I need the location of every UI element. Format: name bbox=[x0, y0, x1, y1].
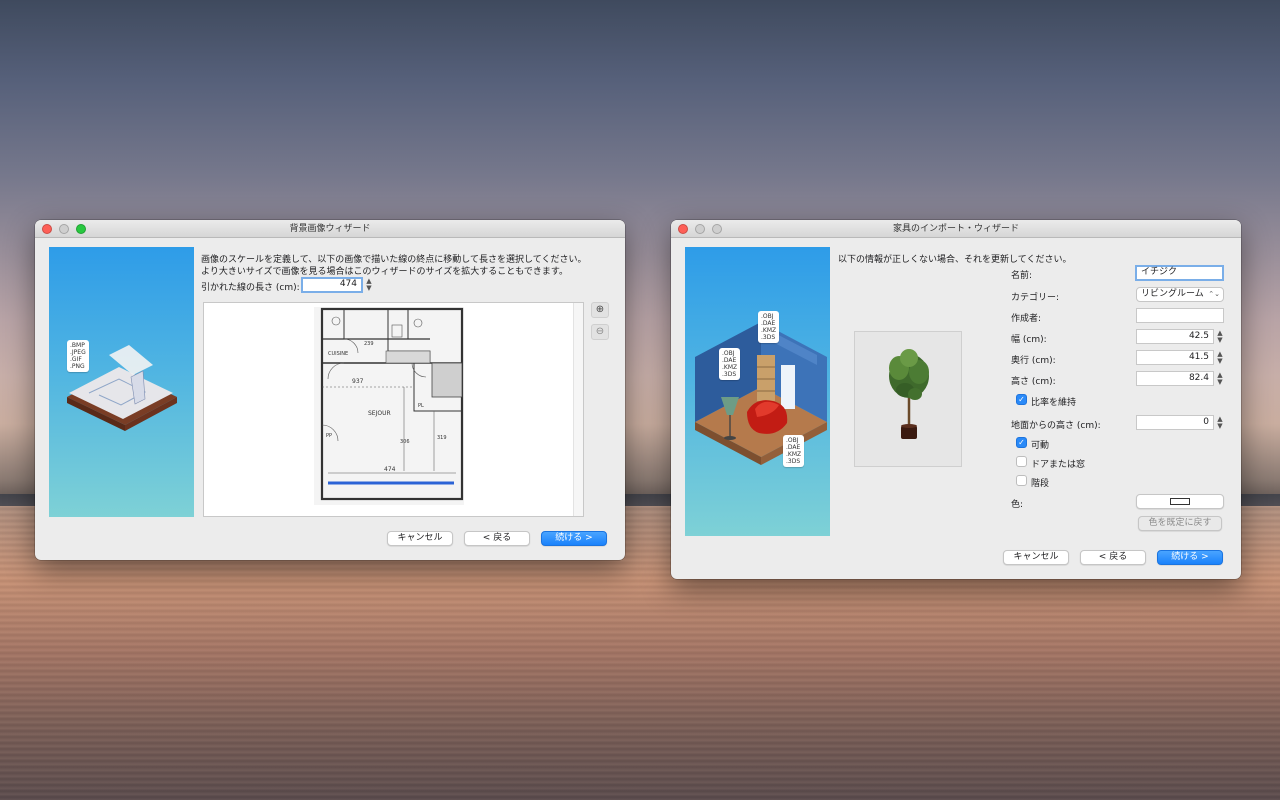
next-button[interactable]: 続ける > bbox=[541, 531, 607, 546]
depth-stepper-icon[interactable]: ▲ ▼ bbox=[1216, 351, 1224, 366]
zoom-window-button[interactable] bbox=[712, 224, 722, 234]
line-length-label: 引かれた線の長さ (cm): bbox=[201, 283, 300, 293]
format-obj: .OBJ bbox=[722, 350, 735, 357]
titlebar[interactable]: 家具のインポート・ウィザード bbox=[671, 220, 1241, 238]
minimize-window-button[interactable] bbox=[59, 224, 69, 234]
instructions: 以下の情報が正しくない場合、それを更新してください。 bbox=[838, 255, 1072, 265]
width-stepper-icon[interactable]: ▲ ▼ bbox=[1216, 330, 1224, 345]
format-kmz: .KMZ bbox=[761, 327, 777, 334]
plan-dim-937: 937 bbox=[352, 378, 364, 385]
instructions-line-2: より大きいサイズで画像を見る場合はこのウィザードのサイズを拡大することもできます… bbox=[201, 267, 569, 277]
cancel-button[interactable]: キャンセル bbox=[387, 531, 453, 546]
image-formats-badge: .BMP .JPEG .GIF .PNG bbox=[67, 340, 89, 372]
color-swatch bbox=[1170, 498, 1190, 505]
format-jpeg: .JPEG bbox=[70, 349, 86, 356]
plan-dim-239: 239 bbox=[364, 341, 374, 347]
format-3ds: .3DS bbox=[722, 371, 737, 378]
elevation-input[interactable]: 0 bbox=[1136, 415, 1214, 430]
format-dae: .DAE bbox=[786, 444, 801, 451]
door-window-checkbox[interactable] bbox=[1016, 456, 1027, 467]
zoom-out-icon[interactable]: ⊖ bbox=[591, 324, 609, 340]
keep-ratio-checkbox[interactable]: ✓ bbox=[1016, 394, 1027, 405]
model-formats-badge-right: .OBJ .DAE .KMZ .3DS bbox=[783, 435, 805, 467]
model-formats-badge-top: .OBJ .DAE .KMZ .3DS bbox=[758, 311, 780, 343]
format-dae: .DAE bbox=[722, 357, 737, 364]
color-label: 色: bbox=[1011, 500, 1024, 510]
model-preview[interactable] bbox=[854, 331, 962, 467]
titlebar[interactable]: 背景画像ウィザード bbox=[35, 220, 625, 238]
creator-label: 作成者: bbox=[1011, 314, 1042, 324]
furniture-import-wizard-window: 家具のインポート・ウィザード .OBJ .DAE .KMZ .3DS .OBJ … bbox=[671, 220, 1241, 579]
format-bmp: .BMP bbox=[70, 342, 85, 349]
wizard-side-illustration: .BMP .JPEG .GIF .PNG bbox=[49, 247, 194, 517]
name-input[interactable]: イチジク bbox=[1135, 265, 1224, 281]
ficus-plant-icon bbox=[889, 349, 929, 439]
background-image-wizard-window: 背景画像ウィザード .BMP .JPEG .GIF .PNG 画像のスケールを定… bbox=[35, 220, 625, 560]
window-title: 背景画像ウィザード bbox=[289, 224, 371, 234]
plan-dim-306: 306 bbox=[400, 439, 410, 445]
plan-dim-319: 319 bbox=[437, 435, 447, 441]
plan-dim-474: 474 bbox=[384, 466, 396, 473]
model-formats-badge-left: .OBJ .DAE .KMZ .3DS bbox=[719, 348, 741, 380]
next-button[interactable]: 続ける > bbox=[1157, 550, 1223, 565]
format-obj: .OBJ bbox=[786, 437, 799, 444]
door-window-label[interactable]: ドアまたは窓 bbox=[1031, 457, 1085, 470]
category-select-value: リビングルーム bbox=[1141, 289, 1204, 299]
reset-color-button[interactable]: 色を既定に戻す bbox=[1138, 516, 1222, 531]
depth-label: 奥行 (cm): bbox=[1011, 356, 1056, 366]
close-window-button[interactable] bbox=[678, 224, 688, 234]
plan-label-pp: PP bbox=[326, 433, 332, 439]
back-button[interactable]: < 戻る bbox=[464, 531, 530, 546]
zoom-in-icon[interactable]: ⊕ bbox=[591, 302, 609, 318]
height-stepper-icon[interactable]: ▲ ▼ bbox=[1216, 372, 1224, 387]
width-label: 幅 (cm): bbox=[1011, 335, 1047, 345]
format-kmz: .KMZ bbox=[722, 364, 738, 371]
name-label: 名前: bbox=[1011, 271, 1033, 281]
category-label: カテゴリー: bbox=[1011, 293, 1060, 303]
minimize-window-button[interactable] bbox=[695, 224, 705, 234]
elevation-label: 地面からの高さ (cm): bbox=[1011, 421, 1101, 431]
window-title: 家具のインポート・ウィザード bbox=[892, 224, 1019, 234]
chevron-updown-icon: ⌃⌄ bbox=[1208, 290, 1220, 298]
plan-label-cuisine: CUISINE bbox=[328, 351, 348, 357]
staircase-checkbox[interactable] bbox=[1016, 475, 1027, 486]
plan-paper-icon bbox=[67, 345, 177, 431]
stepper-arrows-icon[interactable]: ▲ ▼ bbox=[365, 278, 373, 293]
plan-label-sejour: SEJOUR bbox=[368, 410, 391, 417]
format-3ds: .3DS bbox=[786, 458, 801, 465]
format-obj: .OBJ bbox=[761, 313, 774, 320]
format-3ds: .3DS bbox=[761, 334, 776, 341]
width-input[interactable]: 42.5 bbox=[1136, 329, 1214, 344]
height-label: 高さ (cm): bbox=[1011, 377, 1056, 387]
vertical-scrollbar[interactable] bbox=[573, 303, 583, 516]
plan-image-view[interactable]: 937 SEJOUR CUISINE 239 474 319 306 PP PL bbox=[203, 302, 584, 517]
category-select[interactable]: リビングルーム ⌃⌄ bbox=[1136, 287, 1224, 302]
creator-input[interactable] bbox=[1136, 308, 1224, 323]
close-window-button[interactable] bbox=[42, 224, 52, 234]
line-length-input[interactable]: 474 bbox=[301, 277, 363, 293]
movable-label[interactable]: 可動 bbox=[1031, 438, 1049, 451]
isometric-room-icon bbox=[695, 322, 827, 465]
height-input[interactable]: 82.4 bbox=[1136, 371, 1214, 386]
staircase-label[interactable]: 階段 bbox=[1031, 476, 1049, 489]
format-png: .PNG bbox=[70, 363, 85, 370]
format-gif: .GIF bbox=[70, 356, 82, 363]
cancel-button[interactable]: キャンセル bbox=[1003, 550, 1069, 565]
plan-label-pl: PL bbox=[418, 403, 424, 409]
movable-checkbox[interactable]: ✓ bbox=[1016, 437, 1027, 448]
keep-ratio-label[interactable]: 比率を維持 bbox=[1031, 395, 1076, 408]
format-kmz: .KMZ bbox=[786, 451, 802, 458]
zoom-window-button[interactable] bbox=[76, 224, 86, 234]
back-button[interactable]: < 戻る bbox=[1080, 550, 1146, 565]
format-dae: .DAE bbox=[761, 320, 776, 327]
depth-input[interactable]: 41.5 bbox=[1136, 350, 1214, 365]
color-swatch-button[interactable] bbox=[1136, 494, 1224, 509]
floor-plan-image[interactable]: 937 SEJOUR CUISINE 239 474 319 306 PP PL bbox=[204, 303, 585, 518]
elevation-stepper-icon[interactable]: ▲ ▼ bbox=[1216, 416, 1224, 431]
wizard-side-illustration: .OBJ .DAE .KMZ .3DS .OBJ .DAE .KMZ .3DS … bbox=[685, 247, 830, 536]
